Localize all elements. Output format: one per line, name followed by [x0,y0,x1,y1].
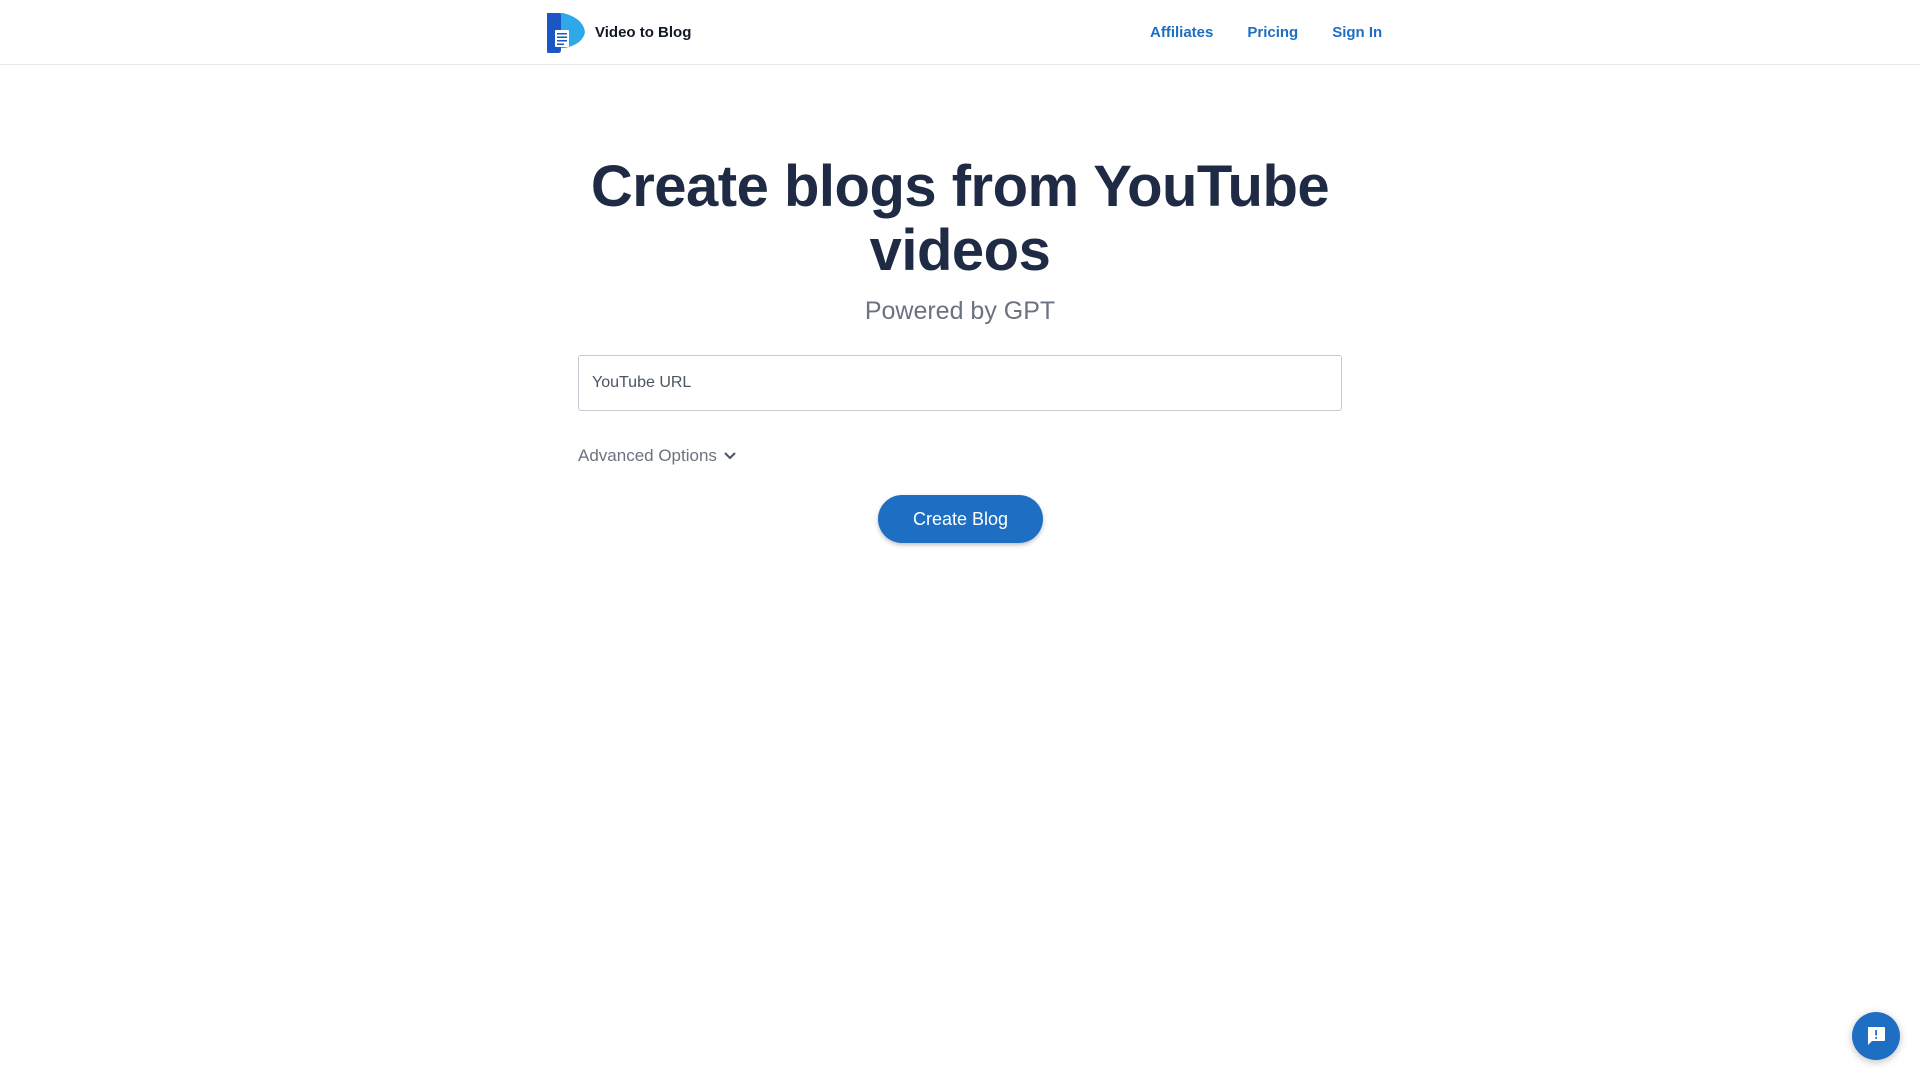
hero-section: Create blogs from YouTube videos Powered… [0,155,1920,326]
nav-pricing-link[interactable]: Pricing [1247,24,1298,41]
chat-alert-icon [1868,1027,1885,1045]
youtube-url-input[interactable] [578,355,1342,411]
chat-widget-button[interactable] [1852,1012,1900,1060]
top-navbar: Video to Blog Affiliates Pricing Sign In [0,0,1920,65]
advanced-options-label: Advanced Options [578,446,717,465]
page-title: Create blogs from YouTube videos [590,154,1330,283]
advanced-options-toggle[interactable]: Advanced Options [578,444,737,468]
brand-home-link[interactable]: Video to Blog [543,10,691,54]
chevron-down-icon [724,452,736,459]
document-play-logo-icon [547,13,585,53]
create-blog-button[interactable]: Create Blog [878,495,1043,543]
nav-affiliates-link[interactable]: Affiliates [1150,24,1213,41]
main-nav: Affiliates Pricing Sign In [1150,0,1382,64]
brand-name: Video to Blog [595,23,692,41]
nav-sign-in-link[interactable]: Sign In [1332,24,1382,41]
page-subtitle: Powered by GPT [864,297,1056,325]
